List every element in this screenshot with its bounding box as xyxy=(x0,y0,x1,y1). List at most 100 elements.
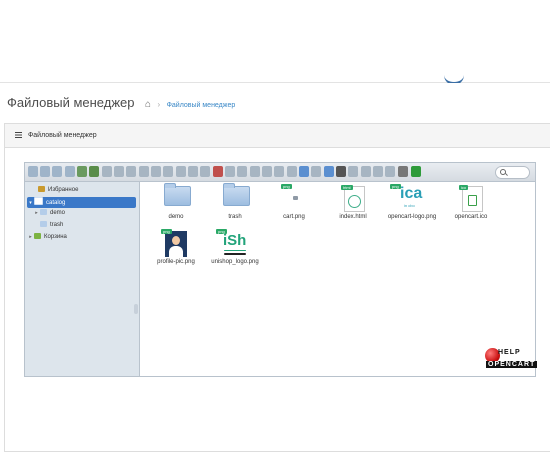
tree-item-label: trash xyxy=(50,222,64,228)
cart-thumbnail xyxy=(293,196,298,200)
expand-arrow-icon[interactable]: ▸ xyxy=(27,232,34,243)
file-item-unishop-logo[interactable]: png iSh unishop_logo.png xyxy=(205,229,265,274)
tree-item-label: Избранное xyxy=(48,187,79,193)
settings-icon[interactable] xyxy=(398,166,408,177)
opencart-logo-subtext: in cbo xyxy=(404,203,415,208)
file-item-cart[interactable]: png cart.png xyxy=(264,184,324,229)
rename-icon[interactable] xyxy=(237,166,247,177)
folder-icon xyxy=(164,183,191,206)
file-item-folder-trash[interactable]: trash xyxy=(205,183,265,229)
reload-icon[interactable] xyxy=(77,166,87,177)
unishop-logo-thumbnail: iSh xyxy=(223,232,247,249)
globe-icon xyxy=(348,195,361,208)
html-file-icon: html xyxy=(341,185,365,212)
elfinder-window: Избранное ▾ catalog ▸ demo trash ▸ Корзина … xyxy=(24,162,536,377)
preview-icon[interactable] xyxy=(336,166,346,177)
edit-icon[interactable] xyxy=(250,166,260,177)
top-header-band xyxy=(0,0,550,85)
tree-item-demo[interactable]: ▸ demo xyxy=(33,208,65,219)
folder-icon xyxy=(40,221,47,227)
trash-icon xyxy=(34,233,41,239)
select-icon[interactable] xyxy=(324,166,334,177)
tree-item-catalog[interactable]: ▾ catalog xyxy=(27,197,136,208)
extract-icon[interactable] xyxy=(287,166,297,177)
home-icon[interactable] xyxy=(65,166,75,177)
page-header: Файловый менеджер ⌂ › Файловый менеджер xyxy=(7,94,235,112)
file-area: demo trash png cart.png html index.html … xyxy=(140,182,535,376)
copy-icon[interactable] xyxy=(176,166,186,177)
cut-icon[interactable] xyxy=(188,166,198,177)
sort-icon[interactable] xyxy=(361,166,371,177)
list-icon xyxy=(15,132,22,138)
file-name: opencart.ico xyxy=(454,214,488,220)
breadcrumb-separator: › xyxy=(157,100,161,109)
places-icon[interactable] xyxy=(373,166,383,177)
image-file-icon: png iSh xyxy=(216,229,250,255)
grid-view-icon[interactable] xyxy=(299,166,309,177)
upload-icon[interactable] xyxy=(102,166,112,177)
paste-icon[interactable] xyxy=(200,166,210,177)
profile-body-thumbnail xyxy=(169,246,183,257)
image-file-icon: png xyxy=(281,184,304,210)
list-view-icon[interactable] xyxy=(311,166,321,177)
forward-icon[interactable] xyxy=(40,166,50,177)
watermark-line2: OPENCART xyxy=(486,361,538,368)
fullscreen-icon[interactable] xyxy=(411,166,421,177)
back-icon[interactable] xyxy=(28,166,38,177)
image-file-icon: png xyxy=(161,229,187,257)
tree-item-label: catalog xyxy=(46,200,66,206)
duplicate-icon[interactable] xyxy=(225,166,235,177)
file-type-badge: html xyxy=(341,185,353,190)
file-item-profile-pic[interactable]: png profile-pic.png xyxy=(146,229,206,274)
undo-icon[interactable] xyxy=(151,166,161,177)
panel-heading-text: Файловый менеджер xyxy=(27,132,97,139)
unishop-underline-dark xyxy=(224,253,246,255)
page-title: Файловый менеджер xyxy=(7,95,135,110)
file-item-folder-demo[interactable]: demo xyxy=(146,183,206,229)
delete-icon[interactable] xyxy=(213,166,223,177)
tree-item-recycle-bin[interactable]: ▸ Корзина xyxy=(27,232,67,243)
help-opencart-watermark: HELP OPENCART xyxy=(484,347,548,373)
file-type-badge: ico xyxy=(459,185,469,190)
help-icon[interactable] xyxy=(385,166,395,177)
file-name: opencart-logo.png xyxy=(387,214,437,220)
tree-scrollbar[interactable] xyxy=(134,184,138,374)
tree-item-label: Корзина xyxy=(44,234,67,240)
new-file-icon[interactable] xyxy=(126,166,136,177)
up-icon[interactable] xyxy=(52,166,62,177)
resize-icon[interactable] xyxy=(262,166,272,177)
file-name: cart.png xyxy=(283,214,305,220)
file-name: index.html xyxy=(339,214,367,220)
star-folder-icon xyxy=(38,186,45,192)
home-icon[interactable]: ⌂ xyxy=(145,99,151,110)
ico-file-icon: ico xyxy=(459,185,483,212)
folder-icon xyxy=(223,183,250,206)
profile-face-thumbnail xyxy=(172,236,180,245)
folder-icon xyxy=(40,209,47,215)
navigation-tree: Избранное ▾ catalog ▸ demo trash ▸ Корзина xyxy=(25,182,140,376)
tree-item-trash[interactable]: trash xyxy=(33,220,63,231)
new-folder-icon[interactable] xyxy=(114,166,124,177)
file-item-opencart-ico[interactable]: ico opencart.ico xyxy=(441,184,501,229)
open-icon[interactable] xyxy=(139,166,149,177)
file-name: trash xyxy=(228,214,242,220)
scroll-grip[interactable] xyxy=(134,304,138,314)
archive-icon[interactable] xyxy=(274,166,284,177)
search-icon[interactable] xyxy=(500,169,506,175)
info-icon[interactable] xyxy=(348,166,358,177)
file-type-badge: png xyxy=(161,229,172,234)
breadcrumb-link[interactable]: Файловый менеджер xyxy=(167,102,236,109)
unishop-underline xyxy=(224,250,246,251)
file-name: unishop_logo.png xyxy=(211,259,259,265)
file-item-opencart-logo[interactable]: png ica in cbo opencart-logo.png xyxy=(382,184,442,229)
image-icon xyxy=(468,195,477,206)
image-file-icon: png ica in cbo xyxy=(390,184,430,210)
redo-icon[interactable] xyxy=(163,166,173,177)
file-name: demo xyxy=(168,214,184,220)
download-icon[interactable] xyxy=(89,166,99,177)
file-name: profile-pic.png xyxy=(157,259,195,265)
search-input[interactable] xyxy=(495,166,530,179)
tree-item-favorites[interactable]: Избранное xyxy=(31,185,78,196)
file-item-index-html[interactable]: html index.html xyxy=(323,184,383,229)
expand-arrow-icon[interactable]: ▸ xyxy=(33,208,40,219)
